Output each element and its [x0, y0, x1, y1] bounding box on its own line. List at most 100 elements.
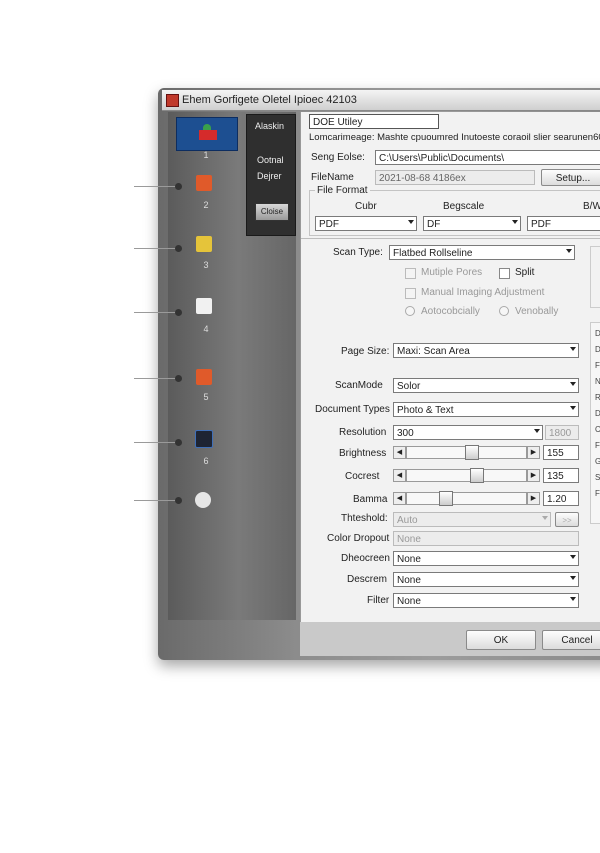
- file-name-label: FileName: [311, 172, 354, 183]
- slider-thumb[interactable]: [470, 468, 484, 483]
- visual-radio[interactable]: [499, 306, 509, 316]
- ok-button[interactable]: OK: [466, 630, 536, 650]
- camera-icon[interactable]: [195, 430, 213, 448]
- color-dropout-field[interactable]: None: [393, 531, 579, 546]
- chevron-down-icon: [512, 220, 518, 224]
- multiple-pages-checkbox[interactable]: [405, 268, 416, 279]
- threshold-dropdown[interactable]: Auto: [393, 512, 551, 527]
- resolution-dropdown[interactable]: 300: [393, 425, 543, 440]
- file-name-field[interactable]: 2021-08-68 4186ex: [375, 170, 535, 185]
- chevron-down-icon: [570, 576, 576, 580]
- auto-radio[interactable]: [405, 306, 415, 316]
- manual-adjust-label: Manual Imaging Adjustment: [421, 287, 545, 298]
- panel-label: Ootnal: [257, 155, 284, 165]
- sidebar-item-1-scanner[interactable]: [176, 117, 238, 151]
- window-title: Ehem Gorfigete Oletel Ipioec 42103: [182, 94, 357, 106]
- chevron-down-icon: [570, 555, 576, 559]
- color-dropout-label: Color Dropout: [327, 533, 390, 544]
- description-text: Lomcarimeage: Mashte cpuoumred Inutoeste…: [309, 132, 600, 143]
- contrast-slider[interactable]: ◀ ▶: [393, 468, 540, 483]
- resolution-custom-field[interactable]: 1800: [545, 425, 579, 440]
- strip-letter: D: [595, 345, 600, 354]
- slider-left-arrow[interactable]: ◀: [393, 469, 406, 482]
- contrast-value[interactable]: 135: [543, 468, 579, 483]
- leader-dot: [175, 439, 182, 446]
- slider-left-arrow[interactable]: ◀: [393, 492, 406, 505]
- leader-line: [134, 312, 178, 313]
- slider-thumb[interactable]: [465, 445, 479, 460]
- descreen-dropdown[interactable]: None: [393, 551, 579, 566]
- descreen-2-dropdown[interactable]: None: [393, 572, 579, 587]
- manual-adjust-checkbox[interactable]: [405, 288, 416, 299]
- filter-dropdown[interactable]: None: [393, 593, 579, 608]
- chevron-down-icon: [570, 382, 576, 386]
- visual-radio-label: Venobally: [515, 306, 559, 317]
- descreen-2-label: Descrem: [347, 574, 388, 585]
- panel-label: Dejrer: [257, 171, 282, 181]
- scan-type-label: Scan Type:: [333, 247, 383, 258]
- scan-mode-dropdown[interactable]: Solor: [393, 378, 579, 393]
- panel-label: Alaskin: [255, 121, 285, 131]
- utility-label: DOE Utiley: [309, 114, 439, 129]
- strip-letter: F: [595, 441, 600, 450]
- slider-right-arrow[interactable]: ▶: [527, 469, 540, 482]
- save-folder-field[interactable]: C:\Users\Public\Documents\: [375, 150, 600, 165]
- page-size-label: Page Size:: [341, 346, 390, 357]
- slider-thumb[interactable]: [439, 491, 453, 506]
- sidebar-item-number: 4: [203, 324, 209, 334]
- chevron-down-icon: [570, 597, 576, 601]
- dropdown-value: Auto: [397, 515, 418, 526]
- dropdown-value: Maxi: Scan Area: [397, 346, 470, 357]
- format-grayscale-dropdown[interactable]: DF: [423, 216, 521, 231]
- strip-letter: F: [595, 361, 600, 370]
- slider-track[interactable]: [406, 468, 527, 483]
- cancel-button[interactable]: Cancel: [542, 630, 600, 650]
- dropdown-value: Photo & Text: [397, 405, 454, 416]
- dropdown-value: None: [397, 554, 421, 565]
- panel-close-button[interactable]: Cloise: [255, 203, 289, 221]
- strip-letter: F: [595, 489, 600, 498]
- leader-line: [134, 248, 178, 249]
- dropdown-value: Solor: [397, 381, 421, 392]
- document-type-dropdown[interactable]: Photo & Text: [393, 402, 579, 417]
- printer-icon[interactable]: [196, 369, 212, 385]
- document-icon[interactable]: [196, 298, 212, 314]
- gamma-slider[interactable]: ◀ ▶: [393, 491, 540, 506]
- brightness-value[interactable]: 155: [543, 445, 579, 460]
- resolution-label: Resolution: [339, 427, 387, 438]
- gamma-label: Bamma: [353, 494, 388, 505]
- app-icon: [166, 94, 179, 107]
- strip-letter: C: [595, 425, 600, 434]
- chevron-down-icon: [534, 429, 540, 433]
- setup-button[interactable]: Setup...: [541, 169, 600, 186]
- printer-icon[interactable]: [196, 175, 212, 191]
- strip-letter: D: [595, 329, 600, 338]
- mail-icon[interactable]: [196, 236, 212, 252]
- filter-label: Filter: [367, 595, 390, 606]
- disc-icon[interactable]: [195, 492, 211, 508]
- threshold-more-button[interactable]: >>: [555, 512, 579, 527]
- split-checkbox[interactable]: [499, 268, 510, 279]
- leader-line: [134, 186, 178, 187]
- slider-left-arrow[interactable]: ◀: [393, 446, 406, 459]
- chevron-down-icon: [570, 406, 576, 410]
- strip-letter: G: [595, 457, 600, 466]
- page-size-dropdown[interactable]: Maxi: Scan Area: [393, 343, 579, 358]
- divider: [301, 238, 600, 239]
- format-bw-dropdown[interactable]: PDF: [527, 216, 600, 231]
- slider-right-arrow[interactable]: ▶: [527, 446, 540, 459]
- brightness-slider[interactable]: ◀ ▶: [393, 445, 540, 460]
- slider-track[interactable]: [406, 491, 527, 506]
- gamma-value[interactable]: 1.20: [543, 491, 579, 506]
- scan-mode-label: ScanMode: [335, 380, 383, 391]
- auto-radio-label: Aotocobcially: [421, 306, 480, 317]
- right-options-strip: D D F N R D C F G S F: [590, 322, 600, 524]
- leader-dot: [175, 309, 182, 316]
- sidebar-item-number: 6: [203, 456, 209, 466]
- slider-right-arrow[interactable]: ▶: [527, 492, 540, 505]
- document-type-label: Document Types: [315, 404, 390, 415]
- format-color-dropdown[interactable]: PDF: [315, 216, 417, 231]
- scan-type-dropdown[interactable]: Flatbed Rollseline: [389, 245, 575, 260]
- slider-track[interactable]: [406, 445, 527, 460]
- format-col-header: B/W: [583, 201, 600, 212]
